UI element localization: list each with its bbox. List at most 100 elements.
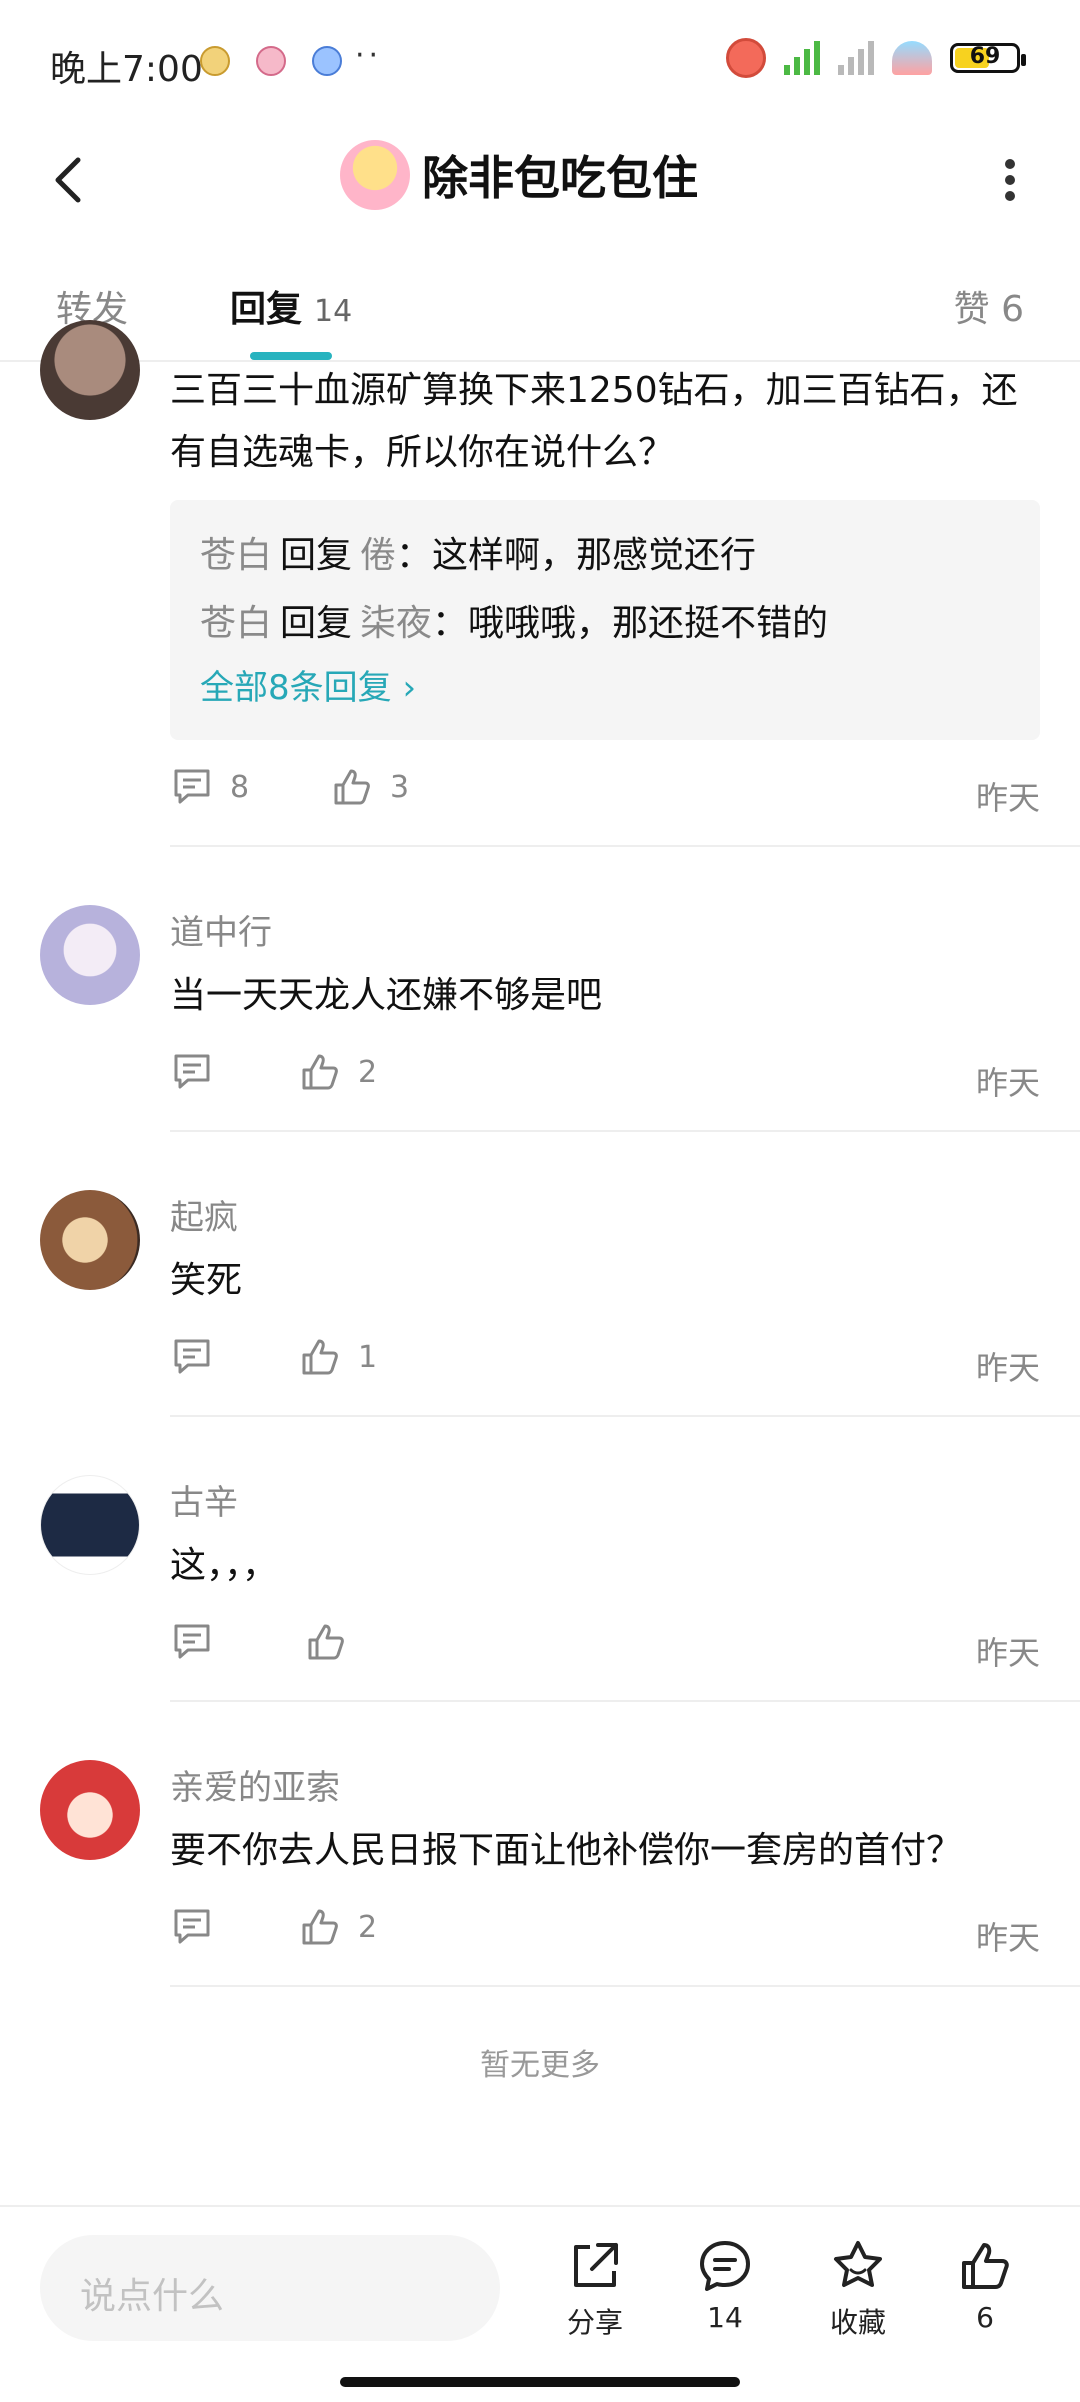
- favorite-button[interactable]: 收藏: [808, 2237, 908, 2341]
- battery-icon: 69: [950, 43, 1026, 73]
- like-count: 3: [390, 769, 410, 805]
- comment-actions: 2 昨天: [170, 1050, 1040, 1110]
- tab-indicator: [250, 352, 332, 360]
- app-notification-icon: [312, 46, 342, 76]
- user-name[interactable]: 道中行: [170, 905, 272, 954]
- sub-reply-word: 回复: [280, 535, 353, 576]
- sub-reply-word: 回复: [280, 603, 353, 644]
- alarm-icon: [726, 38, 766, 78]
- status-time: 晚上7:00: [50, 49, 203, 90]
- chat-bubble-icon: [700, 2241, 750, 2291]
- sub-reply-text: ：哦哦哦，那还挺不错的: [432, 603, 829, 644]
- tab-bar: 转发 回复 14 赞 6: [0, 240, 1080, 362]
- comment-actions: 昨天: [170, 1620, 1040, 1680]
- like-post-button[interactable]: 6: [935, 2237, 1035, 2334]
- thumbs-up-icon: [962, 2243, 1009, 2289]
- star-icon: [834, 2241, 882, 2287]
- sub-reply: 苍白 回复 倦：这样啊，那感觉还行: [200, 522, 1010, 590]
- comment-list: 三百三十血源矿算换下来1250钻石，加三百钻石，还有自选魂卡，所以你在说什么？ …: [0, 320, 1080, 2200]
- comment-time: 昨天: [975, 1634, 1040, 1672]
- thumbs-up-icon: [308, 1624, 344, 1660]
- user-avatar[interactable]: [40, 1190, 140, 1290]
- like-count: 2: [358, 1909, 378, 1945]
- system-indicators: 69: [726, 38, 1026, 78]
- comment-text: 这，，，: [170, 1545, 279, 1586]
- likes-count: 6: [976, 2301, 994, 2334]
- comment-input[interactable]: 说点什么: [40, 2235, 500, 2341]
- comment-icon: [174, 1054, 210, 1089]
- thumbs-up-icon: [302, 1054, 338, 1090]
- tab-like[interactable]: 赞 6: [954, 280, 1024, 332]
- comment-time: 昨天: [975, 1919, 1040, 1957]
- user-name[interactable]: 古辛: [170, 1475, 238, 1524]
- comment-time: 昨天: [975, 1349, 1040, 1387]
- reply-button[interactable]: [170, 1335, 230, 1379]
- view-all-replies-link[interactable]: 全部8条回复 ›: [200, 658, 1010, 718]
- comment-time: 昨天: [975, 1064, 1040, 1102]
- like-count: 1: [358, 1339, 378, 1375]
- reply-button[interactable]: 8: [170, 765, 249, 809]
- user-name[interactable]: 起疯: [170, 1190, 238, 1239]
- app-notification-icon: [256, 46, 286, 76]
- user-avatar[interactable]: [40, 905, 140, 1005]
- share-label: 分享: [566, 2306, 623, 2339]
- tab-reply[interactable]: 回复 14: [230, 280, 352, 332]
- like-button[interactable]: 2: [298, 1905, 377, 1949]
- user-avatar[interactable]: [40, 1760, 140, 1860]
- comment-input-placeholder: 说点什么: [80, 2276, 225, 2317]
- comment-text: 当一天天龙人还嫌不够是吧: [170, 975, 603, 1016]
- comments-button[interactable]: 14: [675, 2237, 775, 2334]
- comment-icon: [174, 1909, 210, 1944]
- like-button[interactable]: 2: [298, 1050, 377, 1094]
- comment-icon: [174, 1624, 210, 1659]
- home-indicator[interactable]: [340, 2377, 740, 2387]
- battery-level: 69: [969, 44, 1001, 69]
- sub-reply-to[interactable]: 倦: [360, 535, 396, 576]
- sub-reply: 苍白 回复 柒夜：哦哦哦，那还挺不错的: [200, 590, 1010, 658]
- more-notifications-icon: ··: [355, 38, 383, 73]
- like-button[interactable]: 1: [298, 1335, 377, 1379]
- header: 除非包吃包住: [0, 120, 1080, 240]
- tab-reply-count: 14: [314, 294, 353, 329]
- thumbs-up-icon: [334, 769, 370, 805]
- comments-count: 14: [707, 2301, 743, 2334]
- user-avatar[interactable]: [40, 1475, 140, 1575]
- share-button[interactable]: 分享: [545, 2237, 645, 2341]
- divider: [170, 1130, 1080, 1132]
- sub-reply-from[interactable]: 苍白: [200, 603, 272, 644]
- sub-reply-to[interactable]: 柒夜: [360, 603, 432, 644]
- notification-icons: [200, 46, 342, 76]
- comment-actions: 2 昨天: [170, 1905, 1040, 1965]
- like-button[interactable]: [304, 1620, 364, 1664]
- comment-text: 要不你去人民日报下面让他补偿你一套房的首付？: [170, 1830, 963, 1871]
- comment-actions: 8 3 昨天: [170, 765, 1040, 825]
- divider: [170, 1415, 1080, 1417]
- status-bar: 晚上7:00 ·· 69: [0, 0, 1080, 120]
- bottom-bar: 说点什么 分享 14 收藏 6: [0, 2205, 1080, 2402]
- reply-button[interactable]: [170, 1050, 230, 1094]
- sub-reply-from[interactable]: 苍白: [200, 535, 272, 576]
- divider: [170, 845, 1080, 847]
- favorite-label: 收藏: [829, 2306, 886, 2339]
- divider: [170, 1700, 1080, 1702]
- user-avatar[interactable]: [40, 320, 140, 420]
- back-arrow-icon[interactable]: [40, 150, 100, 210]
- app-notification-icon: [200, 46, 230, 76]
- comment-icon: [174, 769, 210, 804]
- like-button[interactable]: 3: [330, 765, 409, 809]
- like-count: 2: [358, 1054, 378, 1090]
- comment-text: 三百三十血源矿算换下来1250钻石，加三百钻石，还有自选魂卡，所以你在说什么？: [170, 370, 1018, 473]
- share-icon: [574, 2243, 618, 2287]
- sub-reply-text: ：这样啊，那感觉还行: [396, 535, 757, 576]
- end-of-list-text: 暂无更多: [480, 2048, 600, 2083]
- user-name[interactable]: 亲爱的亚索: [170, 1760, 340, 1809]
- reply-preview-box[interactable]: 苍白 回复 倦：这样啊，那感觉还行 苍白 回复 柒夜：哦哦哦，那还挺不错的 全部8条回复…: [170, 500, 1040, 740]
- divider: [170, 1985, 1080, 1987]
- reply-button[interactable]: [170, 1620, 230, 1664]
- thumbs-up-icon: [302, 1909, 338, 1945]
- more-options-icon[interactable]: [980, 150, 1040, 210]
- reply-count: 8: [230, 769, 250, 805]
- reply-button[interactable]: [170, 1905, 230, 1949]
- comment-text: 笑死: [170, 1260, 243, 1301]
- thumbs-up-icon: [302, 1339, 338, 1375]
